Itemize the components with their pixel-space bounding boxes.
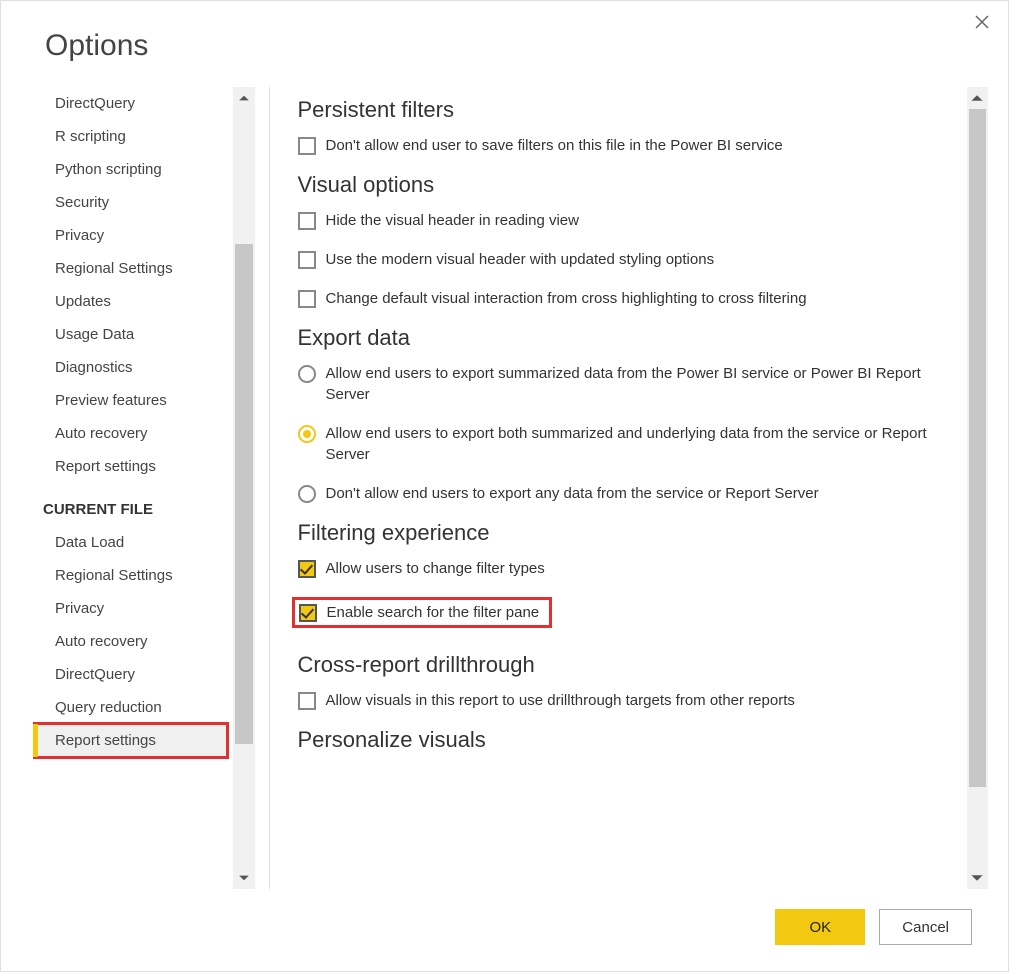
sidebar-item-security[interactable]: Security [33, 186, 227, 219]
main-scroll-thumb[interactable] [969, 109, 986, 787]
radio-selected-icon [298, 425, 316, 443]
section-title-visual-options: Visual options [298, 172, 953, 198]
sidebar-scrollbar[interactable] [233, 87, 255, 889]
sidebar-item-cf-directquery[interactable]: DirectQuery [33, 658, 227, 691]
close-button[interactable] [970, 11, 994, 35]
checkbox-persistent-filters[interactable]: Don't allow end user to save filters on … [298, 133, 953, 158]
main-panel: Persistent filters Don't allow end user … [282, 87, 967, 889]
sidebar-scroll-track[interactable] [233, 109, 255, 867]
checkbox-checked-icon [299, 604, 317, 622]
checkbox-cross-filtering[interactable]: Change default visual interaction from c… [298, 286, 953, 311]
sidebar-item-diagnostics[interactable]: Diagnostics [33, 351, 227, 384]
checkbox-icon [298, 137, 316, 155]
sidebar-item-cf-query-reduction[interactable]: Query reduction [33, 691, 227, 724]
checkbox-icon [298, 692, 316, 710]
checkbox-icon [298, 212, 316, 230]
sidebar: DirectQuery R scripting Python scripting… [33, 87, 255, 889]
option-label: Allow end users to export both summarize… [326, 423, 949, 465]
section-title-personalize-visuals: Personalize visuals [298, 727, 953, 753]
sidebar-item-cf-report-settings[interactable]: Report settings [33, 724, 227, 757]
radio-export-both[interactable]: Allow end users to export both summarize… [298, 421, 953, 467]
sidebar-item-usage-data[interactable]: Usage Data [33, 318, 227, 351]
dialog-title: Options [45, 29, 1008, 63]
radio-export-none[interactable]: Don't allow end users to export any data… [298, 481, 953, 506]
checkbox-hide-visual-header[interactable]: Hide the visual header in reading view [298, 208, 953, 233]
radio-icon [298, 485, 316, 503]
radio-icon [298, 365, 316, 383]
ok-button[interactable]: OK [775, 909, 865, 945]
dialog-footer: OK Cancel [1, 889, 1008, 971]
option-label: Change default visual interaction from c… [326, 288, 949, 309]
dialog-body: DirectQuery R scripting Python scripting… [1, 87, 1008, 889]
sidebar-item-updates[interactable]: Updates [33, 285, 227, 318]
option-label: Don't allow end user to save filters on … [326, 135, 949, 156]
option-label: Allow end users to export summarized dat… [326, 363, 949, 405]
sidebar-scroll-down[interactable] [233, 867, 255, 889]
checkbox-enable-search-filter-pane[interactable]: Enable search for the filter pane [292, 597, 553, 628]
sidebar-item-auto-recovery[interactable]: Auto recovery [33, 417, 227, 450]
checkbox-allow-change-filter-types[interactable]: Allow users to change filter types [298, 556, 953, 581]
checkbox-icon [298, 290, 316, 308]
sidebar-item-cf-auto-recovery[interactable]: Auto recovery [33, 625, 227, 658]
sidebar-item-cf-data-load[interactable]: Data Load [33, 526, 227, 559]
sidebar-scroll-up[interactable] [233, 87, 255, 109]
main-panel-wrapper: Persistent filters Don't allow end user … [282, 87, 989, 889]
cancel-button[interactable]: Cancel [879, 909, 972, 945]
section-title-persistent-filters: Persistent filters [298, 97, 953, 123]
chevron-down-icon [238, 872, 250, 884]
checkbox-modern-visual-header[interactable]: Use the modern visual header with update… [298, 247, 953, 272]
checkbox-cross-report-drillthrough[interactable]: Allow visuals in this report to use dril… [298, 688, 953, 713]
section-title-export-data: Export data [298, 325, 953, 351]
main-scroll-up[interactable] [967, 87, 988, 109]
vertical-divider [269, 87, 270, 889]
chevron-up-icon [238, 92, 250, 104]
sidebar-item-preview-features[interactable]: Preview features [33, 384, 227, 417]
close-icon [975, 15, 989, 29]
section-title-filtering-experience: Filtering experience [298, 520, 953, 546]
sidebar-item-r-scripting[interactable]: R scripting [33, 120, 227, 153]
chevron-up-icon [970, 91, 984, 105]
sidebar-item-python-scripting[interactable]: Python scripting [33, 153, 227, 186]
main-scroll-down[interactable] [967, 867, 988, 889]
sidebar-item-cf-privacy[interactable]: Privacy [33, 592, 227, 625]
options-dialog: Options DirectQuery R scripting Python s… [0, 0, 1009, 972]
main-scroll-track[interactable] [967, 109, 988, 867]
option-label: Allow visuals in this report to use dril… [326, 690, 949, 711]
sidebar-item-directquery[interactable]: DirectQuery [33, 87, 227, 120]
chevron-down-icon [970, 871, 984, 885]
sidebar-content: DirectQuery R scripting Python scripting… [33, 87, 233, 889]
option-label: Don't allow end users to export any data… [326, 483, 949, 504]
sidebar-section-current-file: CURRENT FILE [33, 483, 227, 526]
sidebar-item-cf-regional-settings[interactable]: Regional Settings [33, 559, 227, 592]
option-label: Enable search for the filter pane [327, 602, 540, 623]
sidebar-item-regional-settings[interactable]: Regional Settings [33, 252, 227, 285]
sidebar-scroll-thumb[interactable] [235, 244, 253, 744]
radio-export-summarized[interactable]: Allow end users to export summarized dat… [298, 361, 953, 407]
sidebar-item-report-settings[interactable]: Report settings [33, 450, 227, 483]
section-title-cross-report-drillthrough: Cross-report drillthrough [298, 652, 953, 678]
checkbox-checked-icon [298, 560, 316, 578]
option-label: Use the modern visual header with update… [326, 249, 949, 270]
main-scrollbar[interactable] [967, 87, 988, 889]
checkbox-icon [298, 251, 316, 269]
option-label: Hide the visual header in reading view [326, 210, 949, 231]
option-label: Allow users to change filter types [326, 558, 949, 579]
sidebar-item-privacy[interactable]: Privacy [33, 219, 227, 252]
